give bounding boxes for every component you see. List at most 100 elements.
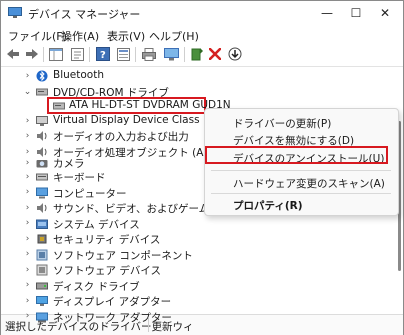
uninstall-toolbar-button[interactable] [207,46,223,62]
tree-node-software-components[interactable]: › ソフトウェア コンポーネント [1,247,403,263]
close-button[interactable]: ✕ [375,4,395,22]
software-component-icon [36,249,48,260]
software-device-icon [36,264,48,276]
chevron-right-icon[interactable]: › [23,131,32,141]
minimize-icon: — [321,6,333,20]
menu-separator [211,193,391,194]
bluetooth-icon [36,70,48,82]
toolbar: ? [1,44,403,67]
maximize-icon: ☐ [350,6,362,20]
show-hide-console-tree-button[interactable] [48,46,64,62]
tree-label: キーボード [53,172,106,184]
back-button[interactable] [5,46,21,62]
toolbar-separator [89,47,90,62]
menu-separator [211,170,391,171]
tree-label: DVD/CD-ROM ドライブ [53,87,169,99]
update-driver-icon [191,48,203,61]
tree-node-network-adapters-visible[interactable]: › ネットワーク アダプター [0,309,402,325]
toolbar-separator [184,47,185,62]
optical-drive-icon [36,88,48,96]
network-adapter-icon [36,312,48,322]
chevron-right-icon[interactable]: › [23,311,32,321]
annotation-red-box-uninstall [205,146,388,164]
tree-node-system-devices[interactable]: › システム デバイス [1,216,403,232]
disk-drive-icon [36,282,48,289]
action-toolbar-button[interactable] [115,46,131,62]
keyboard-icon [36,173,48,181]
tree-label: ソフトウェア デバイス [53,265,162,277]
tree-node-dvd-cd-rom[interactable]: ⌄ DVD/CD-ROM ドライブ [1,84,403,100]
tree-label: オーディオの入力および出力 [53,131,189,143]
scan-hardware-toolbar-button[interactable] [163,46,179,62]
toolbar-separator [135,47,136,62]
tree-node-disk-drives[interactable]: › ディスク ドライブ [1,278,403,294]
print-toolbar-button[interactable] [141,46,157,62]
chevron-right-icon[interactable]: › [23,234,32,244]
menu-bar: ファイル(F) 操作(A) 表示(V) ヘルプ(H) [1,25,403,44]
chevron-right-icon[interactable]: › [23,249,32,259]
chevron-right-icon[interactable]: › [23,187,32,197]
chevron-right-icon[interactable]: › [23,71,32,81]
window-title: デバイス マネージャー [28,8,141,21]
chevron-right-icon[interactable]: › [23,172,32,182]
menu-item-scan-hardware[interactable]: ハードウェア変更のスキャン(A) [233,176,385,191]
tree-label: ディスプレイ アダプター [53,296,172,308]
tree-node-software-devices[interactable]: › ソフトウェア デバイス [1,262,403,278]
optical-drive-icon [53,102,65,110]
menu-file[interactable]: ファイル(F) [8,28,67,44]
tree-label: ディスク ドライブ [53,280,140,293]
update-driver-toolbar-button[interactable] [189,46,205,62]
device-manager-window: デバイス マネージャー — ☐ ✕ ファイル(F) 操作(A) 表示(V) ヘル… [0,0,404,335]
back-arrow-icon [7,49,19,59]
svg-text:?: ? [100,50,106,61]
menu-item-properties[interactable]: プロパティ(R) [233,198,303,213]
chevron-right-icon[interactable]: › [23,265,32,275]
maximize-button[interactable]: ☐ [346,4,366,22]
enable-device-toolbar-button[interactable] [227,46,243,62]
display-adapter-icon [36,296,48,306]
chevron-right-icon[interactable]: › [23,203,32,213]
monitor-scan-icon [163,47,179,60]
chevron-right-icon[interactable]: › [23,280,32,290]
speaker-icon [37,131,47,141]
red-x-icon [209,48,221,60]
chevron-right-icon[interactable]: › [23,296,32,306]
download-circle-icon [228,47,242,61]
menu-view[interactable]: 表示(V) [107,28,145,44]
title-bar: デバイス マネージャー — ☐ ✕ [1,1,403,25]
properties-sheet-icon [70,47,84,61]
tree-label: システム デバイス [53,218,140,231]
speaker-icon [37,203,47,213]
printer-icon [142,47,156,61]
chevron-right-icon[interactable]: › [23,116,32,126]
menu-action[interactable]: 操作(A) [61,28,99,44]
tree-label: コンピューター [53,187,127,200]
details-view-icon [116,47,130,61]
forward-button[interactable] [24,46,40,62]
tree-label: セキュリティ デバイス [53,234,161,246]
help-icon: ? [96,47,110,61]
tree-node-security-devices[interactable]: › セキュリティ デバイス [1,231,403,247]
menu-help[interactable]: ヘルプ(H) [149,28,199,44]
device-manager-icon [8,7,22,18]
tree-node-display-adapters[interactable]: › ディスプレイ アダプター [1,293,403,309]
help-toolbar-button[interactable]: ? [95,46,111,62]
tree-node-bluetooth[interactable]: › Bluetooth [1,68,403,84]
close-icon: ✕ [379,6,391,20]
minimize-button[interactable]: — [317,4,337,22]
chevron-down-icon[interactable]: ⌄ [23,87,32,97]
menu-item-update-driver[interactable]: ドライバーの更新(P) [233,116,331,131]
camera-icon [36,160,48,168]
chevron-right-icon[interactable]: › [23,158,32,168]
forward-arrow-icon [26,49,38,59]
chevron-right-icon[interactable]: › [23,218,32,228]
security-chip-icon [37,234,47,244]
console-tree-icon [49,47,63,61]
tree-label: Virtual Display Device Class [53,114,200,126]
tree-label: Bluetooth [53,69,104,81]
system-folder-icon [36,219,48,229]
tree-label: ネットワーク アダプター [53,311,172,324]
properties-toolbar-button[interactable] [69,46,85,62]
toolbar-separator [43,47,44,62]
computer-icon [36,187,48,198]
